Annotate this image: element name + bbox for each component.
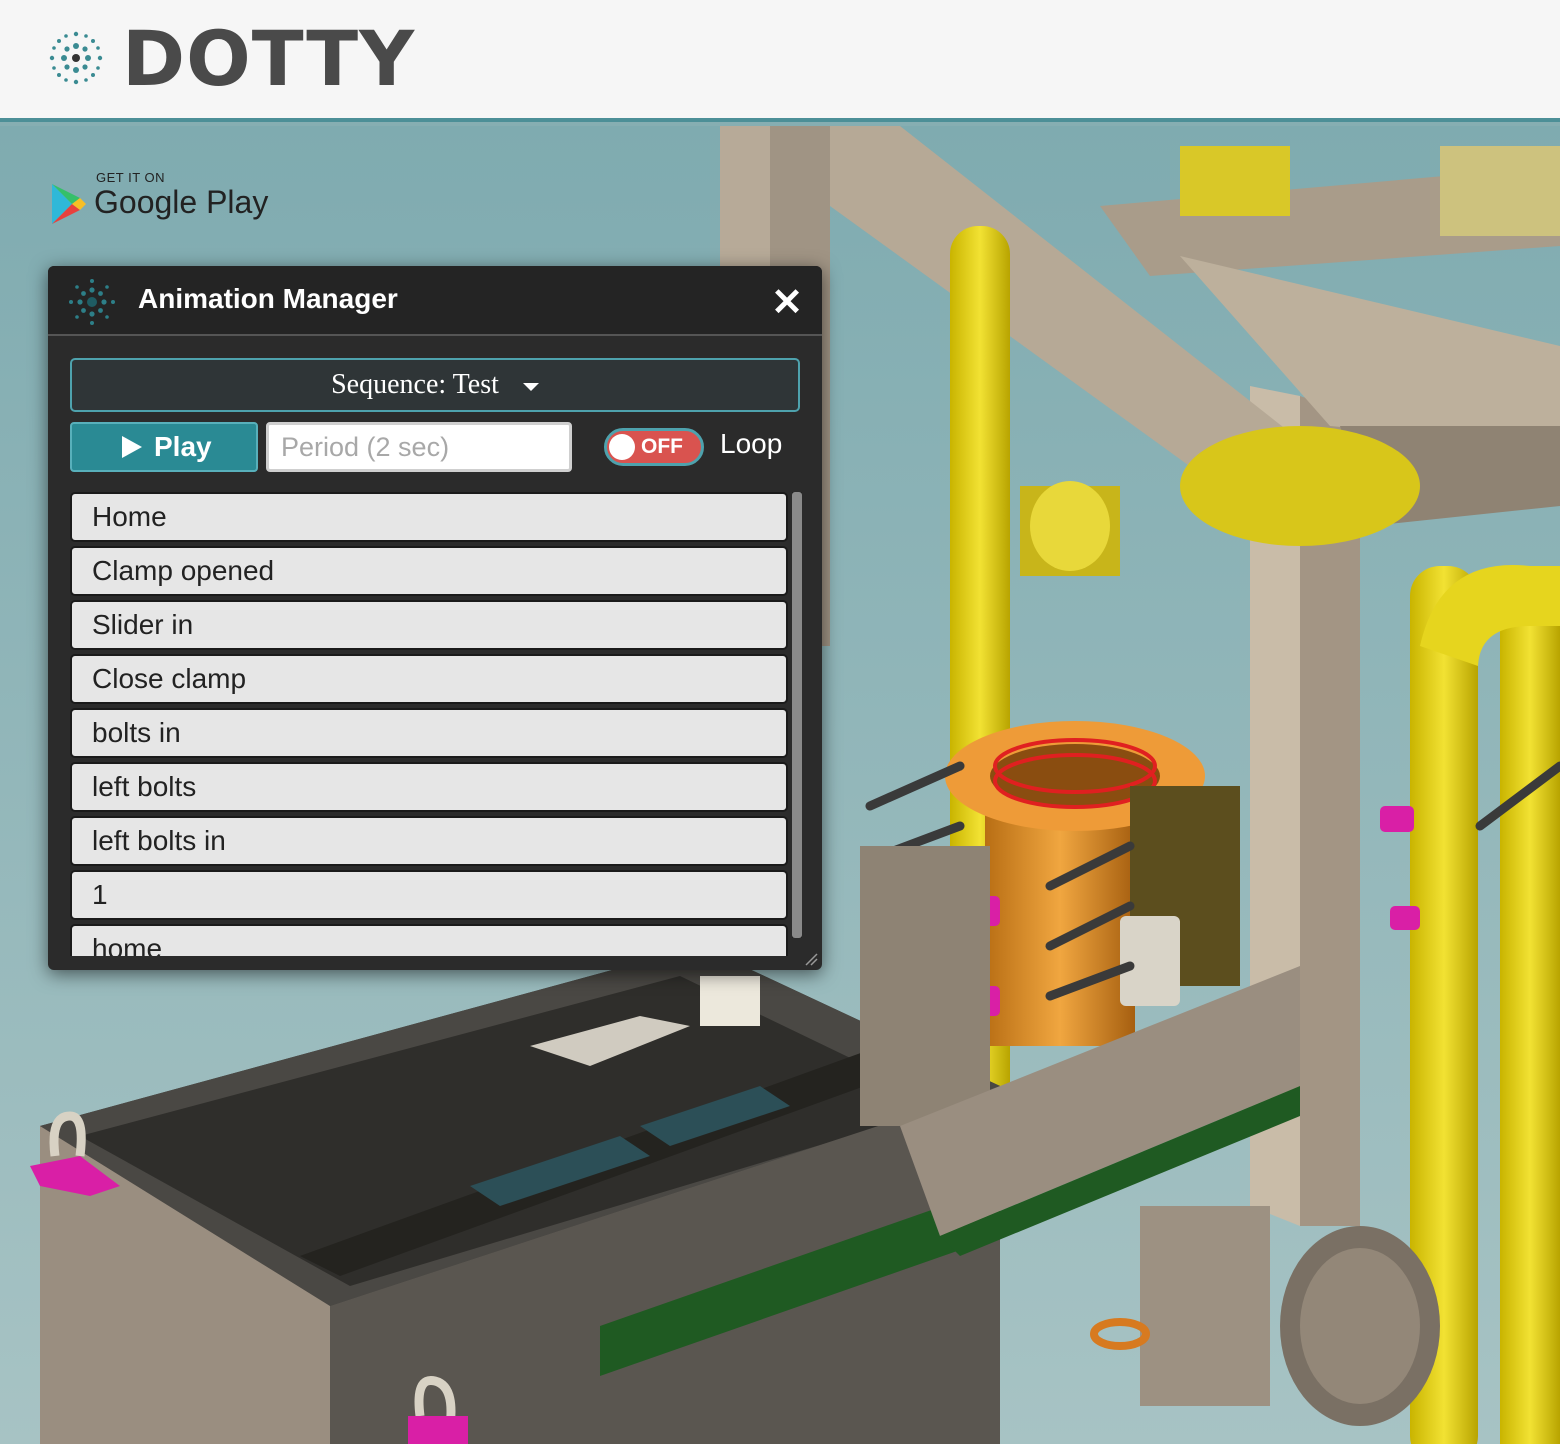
toggle-knob	[609, 434, 635, 460]
google-play-badge[interactable]: GET IT ON Google Play	[48, 168, 288, 228]
top-bar: DOTTY	[0, 0, 1560, 122]
resize-handle-icon[interactable]	[804, 952, 818, 966]
list-item[interactable]: left bolts	[70, 762, 788, 812]
play-button[interactable]: Play	[70, 422, 258, 472]
list-item[interactable]: Home	[70, 492, 788, 542]
list-scrollbar[interactable]	[792, 492, 802, 938]
panel-header[interactable]: Animation Manager ✕	[48, 266, 822, 336]
loop-toggle-state: OFF	[641, 435, 683, 458]
play-label: Play	[154, 431, 212, 462]
badge-small-text: GET IT ON	[96, 170, 166, 185]
list-item[interactable]: 1	[70, 870, 788, 920]
brand-name: DOTTY	[122, 14, 416, 103]
loop-toggle[interactable]: OFF	[604, 428, 704, 466]
animation-manager-panel: Animation Manager ✕ Sequence: Test Play …	[48, 266, 822, 970]
dotty-logo-icon	[49, 31, 103, 85]
close-icon[interactable]: ✕	[770, 284, 804, 322]
play-icon	[122, 436, 142, 458]
chevron-down-icon	[522, 382, 539, 391]
list-item[interactable]: Slider in	[70, 600, 788, 650]
scrollbar-thumb[interactable]	[792, 492, 802, 938]
list-item[interactable]: left bolts in	[70, 816, 788, 866]
dotty-logo-icon	[69, 279, 115, 325]
loop-label: Loop	[720, 428, 783, 459]
period-input[interactable]	[266, 422, 572, 472]
badge-store-name: Google Play	[94, 184, 269, 220]
list-item[interactable]: Close clamp	[70, 654, 788, 704]
sequence-label: Sequence: Test	[331, 369, 499, 400]
google-play-icon	[52, 184, 86, 224]
list-item[interactable]: Clamp opened	[70, 546, 788, 596]
animation-step-list[interactable]: Home Clamp opened Slider in Close clamp …	[70, 492, 788, 956]
sequence-dropdown[interactable]: Sequence: Test	[70, 358, 800, 412]
list-item[interactable]: home	[70, 924, 788, 956]
panel-title: Animation Manager	[138, 283, 398, 314]
list-item[interactable]: bolts in	[70, 708, 788, 758]
